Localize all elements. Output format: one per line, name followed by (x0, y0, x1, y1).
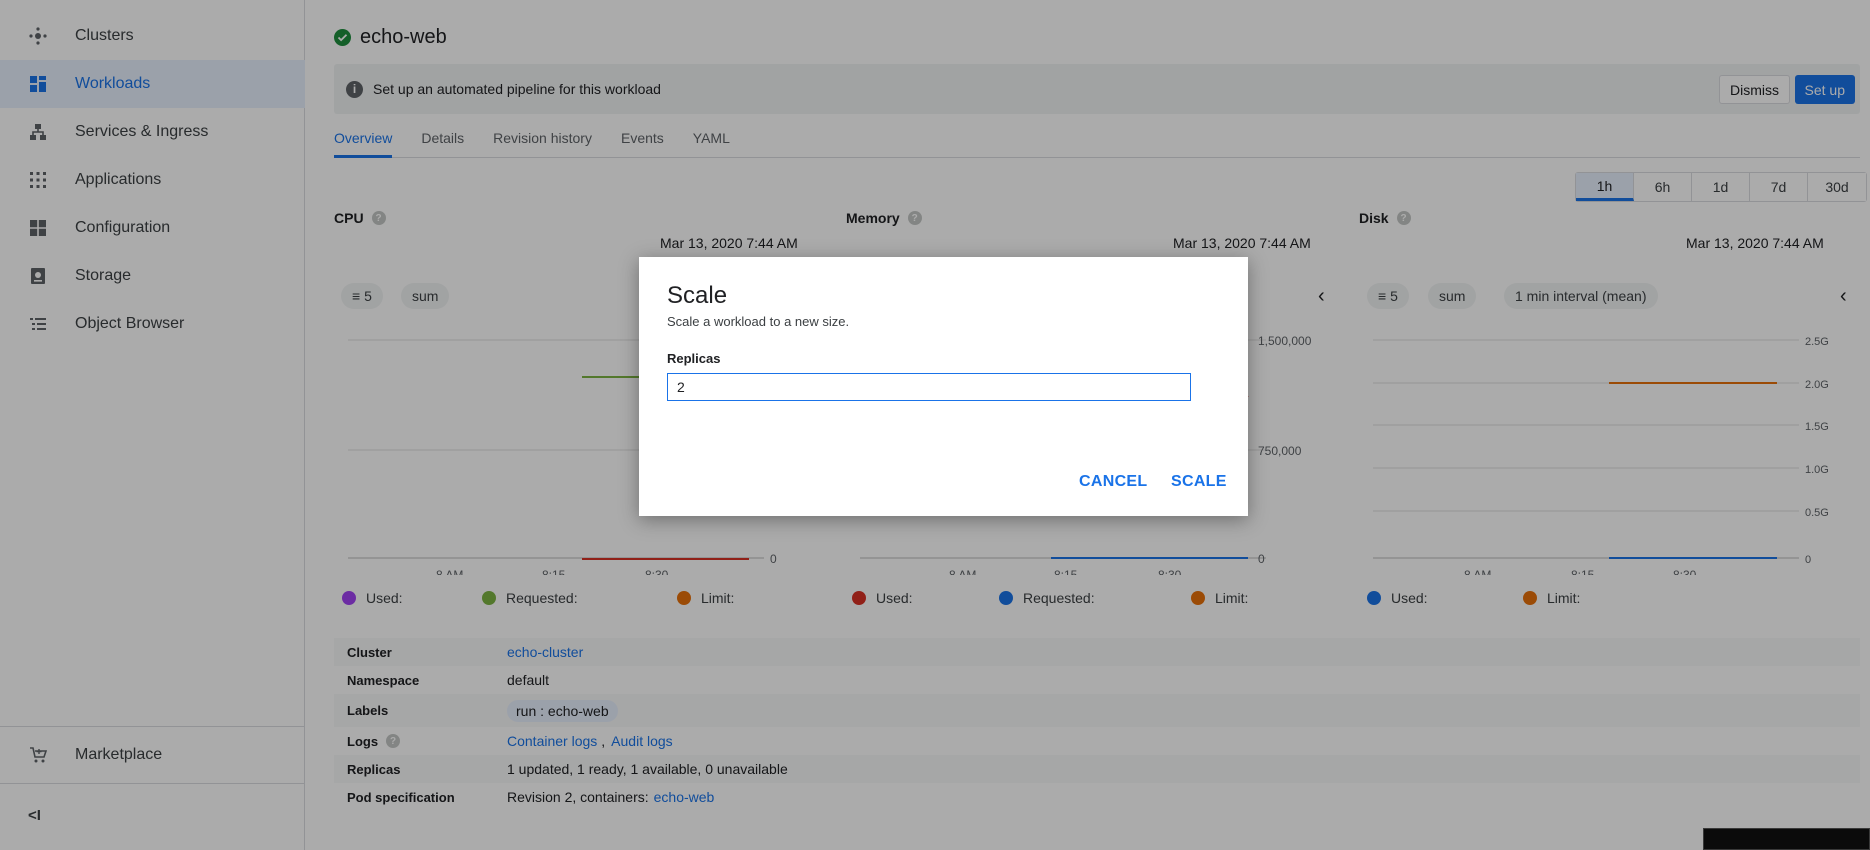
cancel-button[interactable]: CANCEL (1079, 473, 1147, 491)
scale-dialog: Scale Scale a workload to a new size. Re… (639, 257, 1248, 516)
replicas-input[interactable] (667, 373, 1191, 401)
scale-button[interactable]: SCALE (1171, 473, 1227, 491)
dialog-subtitle: Scale a workload to a new size. (667, 314, 850, 329)
replicas-label: Replicas (667, 351, 721, 366)
dialog-title: Scale (667, 282, 728, 309)
